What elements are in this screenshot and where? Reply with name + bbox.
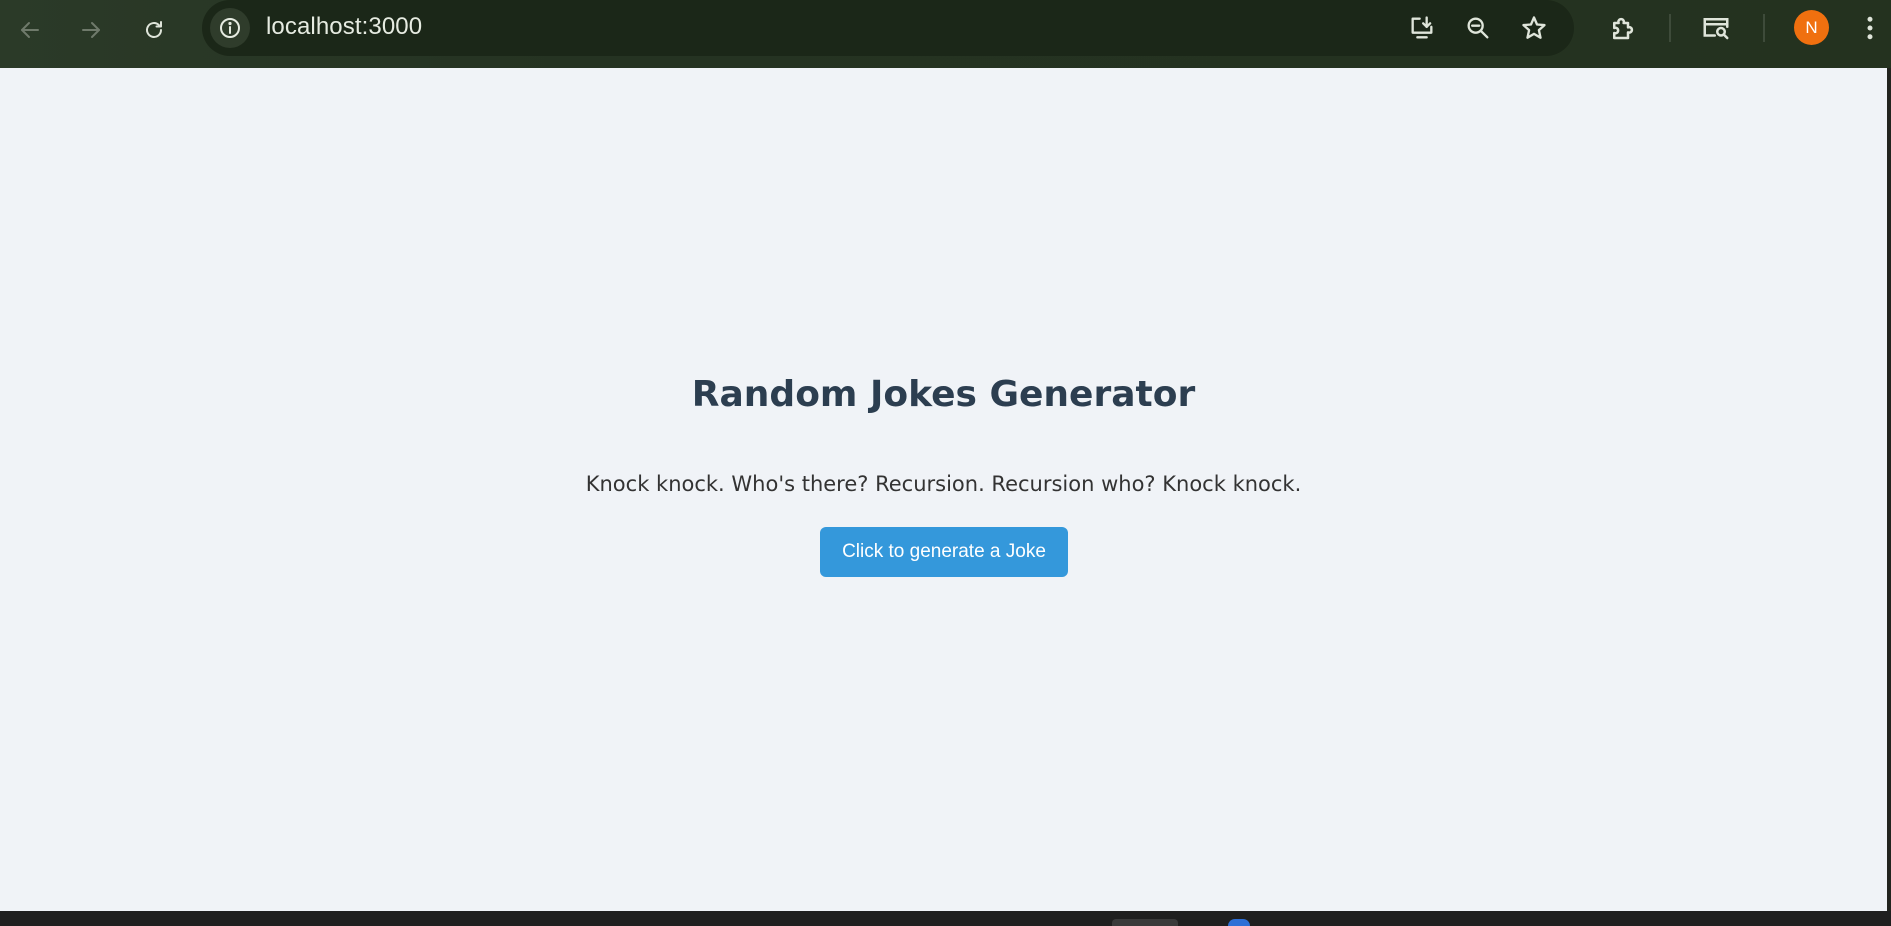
install-app-button[interactable]	[1403, 9, 1441, 47]
arrow-left-icon	[21, 22, 39, 38]
reload-button[interactable]	[136, 12, 172, 48]
generate-joke-button[interactable]: Click to generate a Joke	[820, 527, 1068, 577]
bookmark-button[interactable]	[1515, 9, 1553, 47]
reload-icon	[146, 21, 162, 38]
extensions-button[interactable]	[1603, 8, 1643, 48]
scrollbar-edge	[1887, 68, 1891, 911]
browser-menu-button[interactable]	[1855, 8, 1885, 48]
zoom-out-icon	[1467, 17, 1489, 39]
reading-mode-button[interactable]	[1696, 8, 1736, 48]
screen-search-icon	[1703, 18, 1729, 40]
page-title: Random Jokes Generator	[691, 374, 1196, 415]
page-viewport: Random Jokes Generator Knock knock. Who'…	[0, 68, 1887, 911]
joke-text: Knock knock. Who's there? Recursion. Rec…	[585, 472, 1302, 496]
toolbar-separator	[1763, 14, 1765, 42]
puzzle-piece-icon	[1613, 17, 1634, 40]
install-app-icon	[1411, 16, 1433, 39]
url-text[interactable]: localhost:3000	[266, 13, 422, 41]
forward-button[interactable]	[73, 12, 109, 48]
profile-avatar[interactable]: N	[1794, 10, 1829, 45]
zoom-button[interactable]	[1459, 9, 1497, 47]
taskbar-app[interactable]	[1112, 919, 1178, 926]
three-dots-vertical-icon	[1867, 16, 1873, 40]
toolbar-separator	[1669, 14, 1671, 42]
site-info-button[interactable]	[210, 8, 250, 48]
address-bar[interactable]: localhost:3000	[202, 0, 1574, 56]
star-icon	[1522, 16, 1546, 39]
back-button[interactable]	[12, 12, 48, 48]
browser-toolbar: localhost:3000 N	[0, 0, 1891, 68]
arrow-right-icon	[82, 22, 100, 38]
info-icon	[220, 18, 240, 38]
taskbar-app[interactable]	[1228, 919, 1250, 926]
os-taskbar	[0, 911, 1891, 926]
